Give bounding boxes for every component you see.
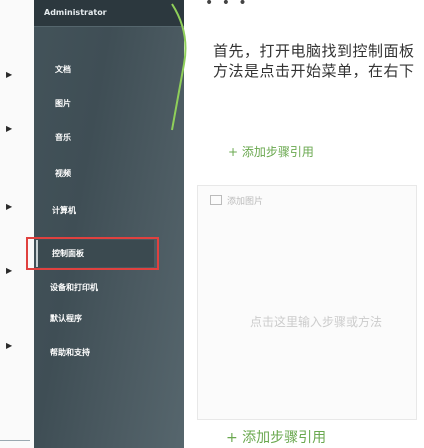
step-text-line-2: 方法是点击开始菜单，在右下 — [213, 62, 415, 80]
highlight-box — [26, 237, 159, 270]
menu-item-devices-printers[interactable]: 设备和打印机 — [50, 282, 98, 293]
left-strip: ▶ ▶ ▶ ▶ ▶ — [0, 0, 34, 448]
divider — [0, 440, 30, 441]
menu-item-pictures[interactable]: 图片 — [55, 98, 71, 109]
menu-item-music[interactable]: 音乐 — [55, 132, 71, 143]
user-name: Administrator — [44, 8, 107, 17]
chevron-right-icon[interactable]: ▶ — [6, 70, 12, 80]
menu-item-control-panel[interactable]: 控制面板 — [52, 248, 84, 259]
add-image-label[interactable]: 添加图片 — [227, 194, 263, 207]
menu-item-computer[interactable]: 计算机 — [52, 205, 76, 216]
chevron-right-icon[interactable]: ▶ — [6, 341, 12, 351]
step-editor-box[interactable] — [197, 185, 417, 420]
step-text-line-1: 首先，打开电脑找到控制面板 — [213, 42, 415, 60]
menu-item-help-support[interactable]: 帮助和支持 — [50, 347, 90, 358]
menu-item-videos[interactable]: 视频 — [55, 168, 71, 179]
add-step-reference-button-bottom[interactable]: + 添加步骤引用 — [226, 427, 326, 447]
menu-item-documents[interactable]: 文档 — [55, 64, 71, 75]
step-input-placeholder[interactable]: 点击这里输入步骤或方法 — [250, 313, 382, 330]
add-step-reference-button[interactable]: + 添加步骤引用 — [228, 143, 314, 160]
decorative-arc — [171, 3, 187, 131]
more-dots-icon[interactable]: • • • — [205, 0, 249, 11]
chevron-right-icon[interactable]: ▶ — [6, 266, 12, 276]
menu-item-default-programs[interactable]: 默认程序 — [50, 313, 82, 324]
image-icon[interactable] — [210, 195, 222, 205]
chevron-right-icon[interactable]: ▶ — [6, 202, 12, 212]
menu-header: Administrator — [34, 0, 184, 27]
chevron-right-icon[interactable]: ▶ — [6, 124, 12, 134]
